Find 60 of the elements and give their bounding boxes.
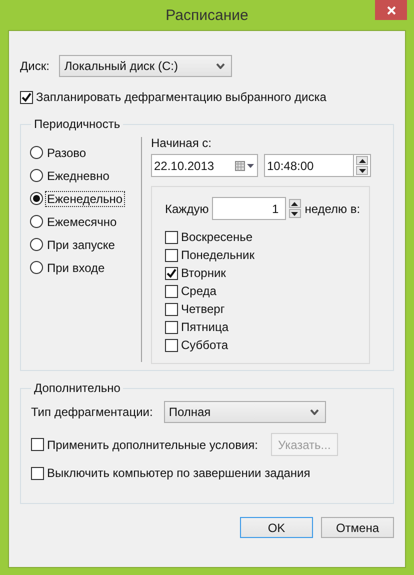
checkbox[interactable] [165,284,178,298]
up-arrow-icon [358,158,366,162]
disk-dropdown[interactable]: Локальный диск (C:) [59,55,232,77]
radio-label[interactable]: Ежедневно [45,168,112,184]
radio-button[interactable] [30,192,43,205]
radio-button[interactable] [30,261,43,274]
spin-down-button[interactable] [356,166,368,175]
checkbox-label[interactable]: Среда [181,284,216,298]
checkbox-label[interactable]: Понедельник [181,248,254,262]
checkbox-label[interactable]: Вторник [181,266,226,280]
radio-label[interactable]: При входе [45,260,107,276]
checkbox-label[interactable]: Запланировать дефрагментацию выбранного диска [36,90,326,104]
disk-label: Диск: [20,59,50,73]
date-field[interactable]: 22.10.2013 [151,154,258,177]
chevron-icon [216,63,226,69]
checkbox[interactable] [165,230,178,244]
radio-label[interactable]: Еженедельно [45,190,125,206]
radio-label[interactable]: При запуске [45,236,117,252]
checkbox-label[interactable]: Выключить компьютер по завершении задания [47,466,310,480]
checkbox[interactable] [20,90,33,104]
calendar-icon [235,160,255,170]
checkbox-label[interactable]: Пятница [181,320,228,334]
radio-label[interactable]: Ежемесячно [45,214,119,230]
checkbox[interactable] [31,438,44,451]
down-arrow-icon [358,168,366,172]
up-arrow-icon [291,202,298,206]
checkbox-label[interactable]: Четверг [181,302,225,316]
close-icon [386,6,396,14]
chevron-icon [310,409,319,415]
group-title: Периодичность [33,117,122,131]
checkbox[interactable] [165,302,178,316]
ok-button[interactable]: OK [240,517,313,538]
every-label: Каждую [165,202,209,216]
checkbox[interactable] [165,338,178,352]
cancel-button[interactable]: Отмена [321,517,394,538]
close-button[interactable] [375,0,407,20]
group-title: Дополнительно [33,381,122,395]
checkbox[interactable] [165,320,178,334]
radio-button[interactable] [30,169,43,182]
start-label: Начиная с: [151,136,212,152]
checkbox-label[interactable]: Суббота [181,338,228,352]
radio-button[interactable] [30,238,43,251]
defrag-type-dropdown[interactable]: Полная [164,401,326,423]
down-arrow-icon [291,212,298,216]
checkbox[interactable] [165,248,178,262]
radio-button[interactable] [30,146,43,159]
spin-up-button[interactable] [288,199,301,208]
checkbox[interactable] [165,266,178,280]
window-title: Расписание [166,6,248,24]
checkbox[interactable] [31,466,44,480]
radio-label[interactable]: Разово [45,144,88,160]
week-count-field[interactable]: 1 [212,197,286,220]
checkbox-label[interactable]: Применить дополнительные условия: [47,438,258,452]
unit-label: неделю в: [304,202,360,216]
spin-up-button[interactable] [356,156,368,165]
spin-down-button[interactable] [288,209,301,218]
radio-button[interactable] [30,215,43,228]
defrag-type-label: Тип дефрагментации: [31,405,153,419]
time-field[interactable]: 10:48:00 [264,154,354,177]
checkbox-label[interactable]: Воскресенье [181,230,253,244]
